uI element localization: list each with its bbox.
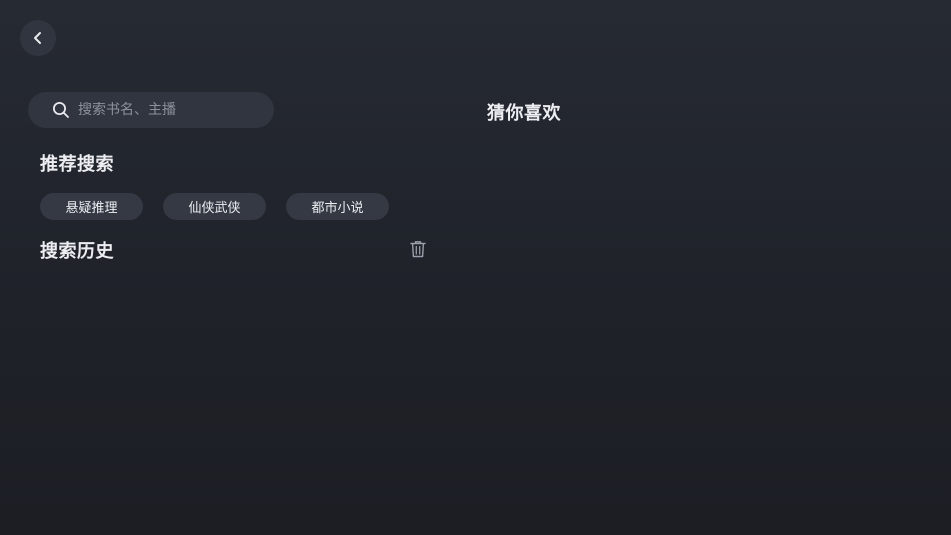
search-box[interactable] — [28, 92, 274, 128]
chevron-left-icon — [31, 31, 45, 45]
tag-urban-novel[interactable]: 都市小说 — [286, 193, 389, 220]
trash-icon — [408, 241, 428, 263]
search-input[interactable] — [78, 102, 258, 118]
guess-you-like-title: 猜你喜欢 — [487, 103, 561, 124]
tag-suspense-mystery[interactable]: 悬疑推理 — [40, 193, 143, 220]
back-button[interactable] — [20, 20, 56, 56]
recommended-tags: 悬疑推理 仙侠武侠 都市小说 — [40, 193, 389, 220]
search-icon — [52, 101, 70, 119]
tag-xianxia-wuxia[interactable]: 仙侠武侠 — [163, 193, 266, 220]
search-history-title: 搜索历史 — [40, 241, 114, 262]
clear-history-button[interactable] — [408, 239, 428, 259]
recommended-search-title: 推荐搜索 — [40, 154, 114, 175]
